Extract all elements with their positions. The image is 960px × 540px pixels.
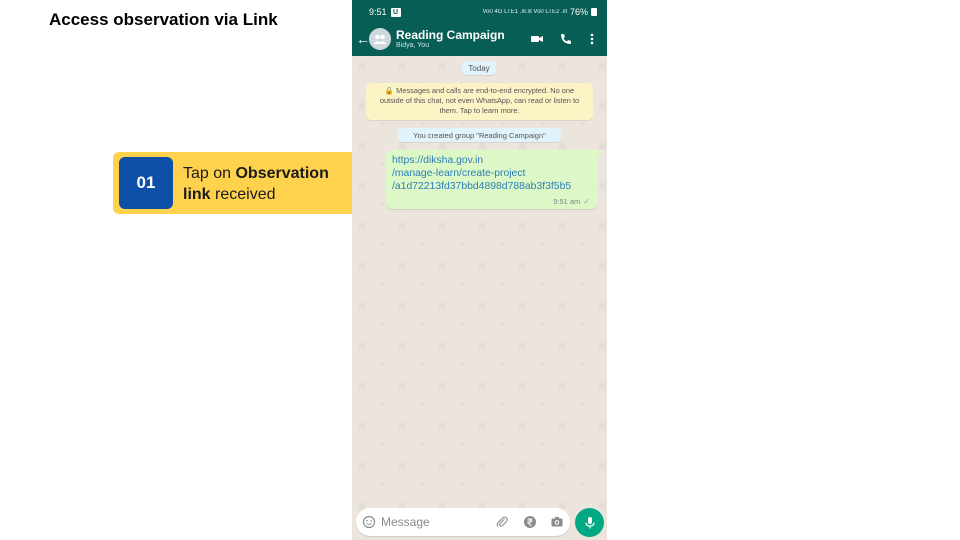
slide-title: Access observation via Link (49, 10, 278, 29)
rupee-icon[interactable] (523, 515, 537, 529)
back-arrow-icon[interactable]: ← (356, 30, 370, 48)
video-call-icon[interactable] (530, 32, 544, 46)
message-input[interactable] (381, 512, 481, 532)
chat-area: Today 🔒 Messages and calls are end-to-en… (352, 56, 607, 540)
callout-bold-1: Observation (235, 165, 329, 182)
notification-badge-icon: U (390, 7, 401, 17)
chat-members[interactable]: Bidya, You (396, 42, 429, 49)
encryption-notice[interactable]: 🔒 Messages and calls are end-to-end encr… (366, 83, 593, 120)
signal-icon: Vo0 4G LTE1 .ıll.ıll Vo0 LTE2 .ıll (482, 9, 567, 15)
single-check-icon: ✓ (583, 197, 590, 206)
callout-instruction: Tap on Observation link received (183, 163, 353, 205)
voice-call-icon[interactable] (559, 32, 573, 46)
emoji-icon[interactable] (362, 515, 376, 529)
group-created-notice: You created group "Reading Campaign" (398, 128, 561, 142)
group-avatar[interactable] (369, 28, 391, 50)
step-callout: 01 Tap on Observation link received (113, 152, 356, 214)
observation-link-line-1[interactable]: https://diksha.gov.in (392, 154, 592, 167)
more-options-icon[interactable] (588, 32, 596, 46)
battery-level: 76% (569, 7, 588, 17)
chat-name[interactable]: Reading Campaign (396, 28, 505, 42)
mic-icon (584, 516, 595, 528)
step-number-badge: 01 (119, 157, 173, 209)
observation-link-line-2[interactable]: /manage-learn/create-project (392, 167, 592, 180)
message-bubble: https://diksha.gov.in /manage-learn/crea… (386, 150, 604, 209)
camera-icon[interactable] (550, 515, 564, 529)
message-meta: 9:51 am ✓ (553, 197, 590, 206)
observation-link-line-3[interactable]: /a1d72213fd37bbd4898d788ab3f3f5b5 (392, 180, 592, 193)
callout-text-1: Tap on (183, 165, 236, 182)
phone-screen: 9:51 U Vo0 4G LTE1 .ıll.ıll Vo0 LTE2 .ıl… (352, 0, 607, 540)
status-time: 9:51 (369, 7, 387, 17)
message-composer (356, 508, 570, 536)
mic-button[interactable] (575, 508, 604, 537)
date-label: Today (462, 61, 496, 75)
callout-text-2: received (210, 186, 276, 203)
group-icon (373, 34, 387, 44)
message-time: 9:51 am (553, 197, 581, 206)
status-bar: 9:51 U Vo0 4G LTE1 .ıll.ıll Vo0 LTE2 .ıl… (352, 0, 607, 24)
battery-icon (591, 8, 597, 16)
attach-icon[interactable] (495, 515, 509, 529)
callout-bold-2: link (183, 186, 211, 203)
bubble-tail (597, 150, 604, 157)
chat-header: ← Reading Campaign Bidya, You (352, 24, 607, 56)
